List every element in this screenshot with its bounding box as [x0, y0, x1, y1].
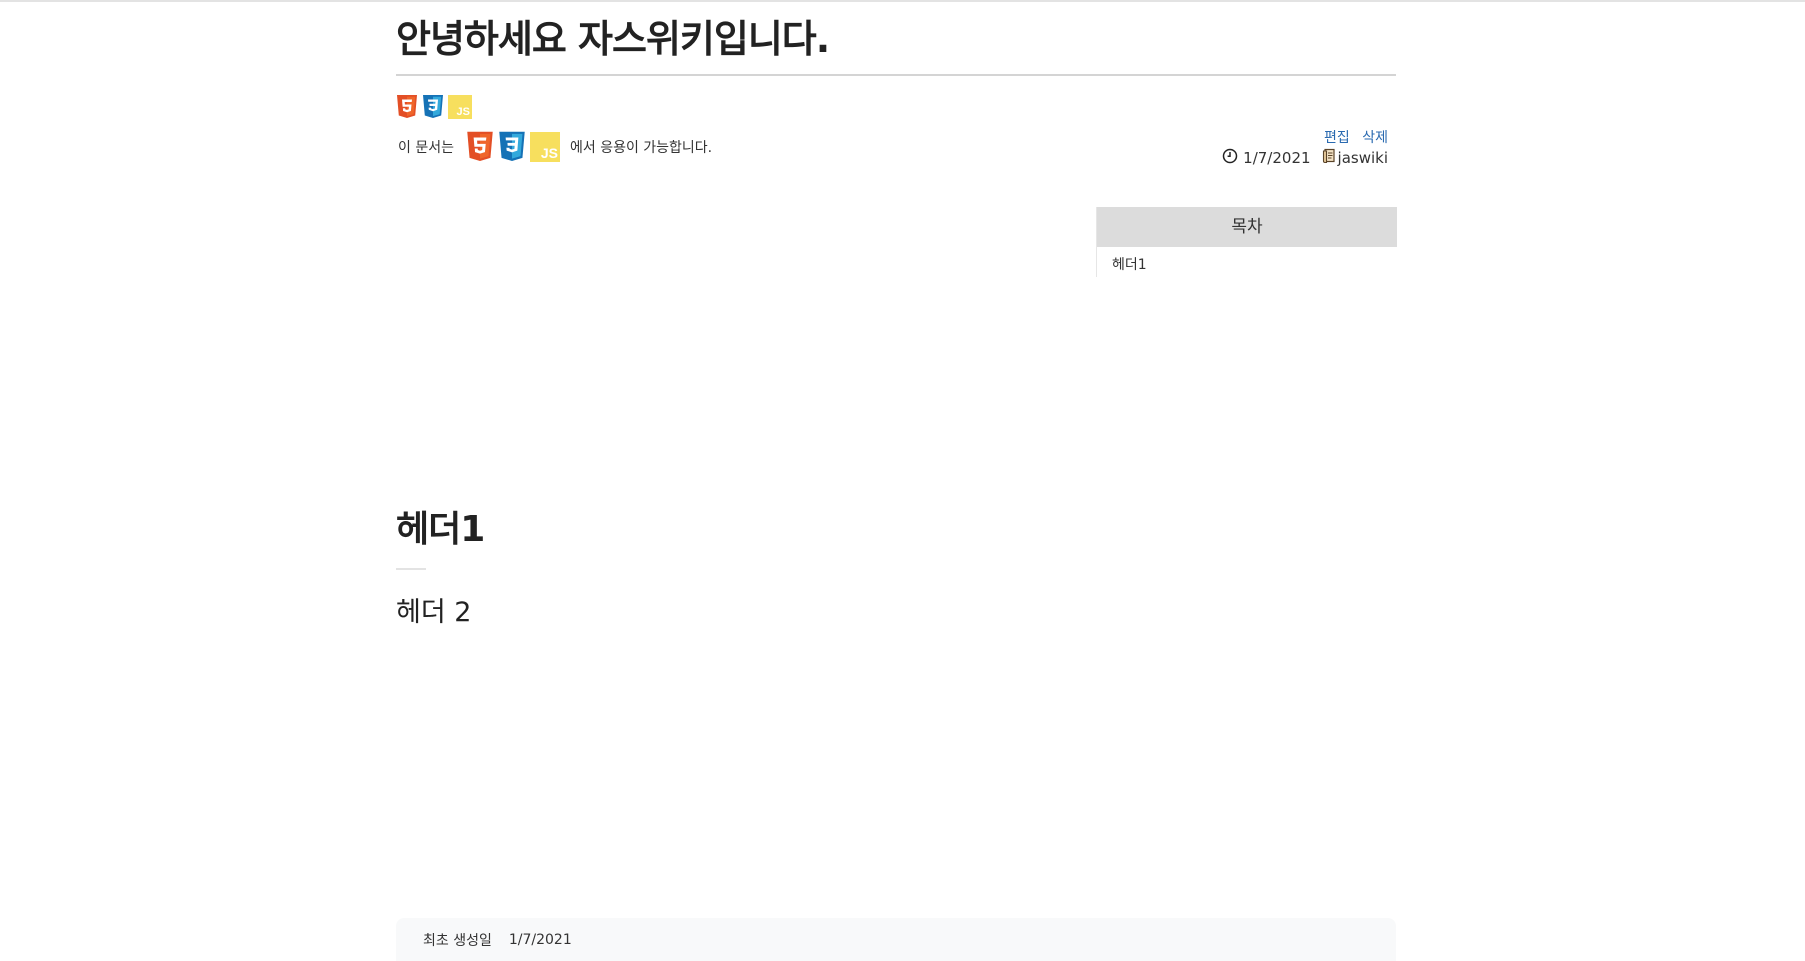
title-divider [396, 74, 1396, 76]
scroll-icon [1322, 148, 1336, 168]
clock-icon [1222, 148, 1238, 168]
js-icon-label: JS [456, 106, 470, 118]
author-link[interactable]: jaswiki [1338, 149, 1388, 167]
section-heading-1: 헤더1 [396, 509, 485, 550]
compat-notice: 이 문서는 JS 에서 응용이 가능합니다. [398, 130, 712, 164]
tech-badges-row: JS [396, 95, 472, 119]
compat-prefix: 이 문서는 [398, 140, 454, 156]
page-title: 안녕하세요 자스위키입니다. [396, 17, 830, 61]
css3-icon [498, 131, 526, 163]
compat-badges: JS [466, 131, 560, 163]
js-icon: JS [529, 132, 560, 162]
created-date: 1/7/2021 [508, 931, 572, 948]
html5-icon [466, 131, 494, 163]
created-label: 최초 생성일 [423, 932, 492, 949]
document-actions: 편집 삭제 [1316, 127, 1388, 147]
modified-date: 1/7/2021 [1243, 149, 1311, 167]
table-of-contents: 목차 헤더1 [1096, 207, 1397, 277]
html5-icon [396, 95, 418, 119]
edit-link[interactable]: 편집 [1324, 130, 1350, 146]
compat-suffix: 에서 응용이 가능합니다. [569, 140, 713, 156]
heading-divider [396, 568, 426, 570]
document-meta: 1/7/2021 jaswiki [1222, 148, 1388, 168]
toc-title: 목차 [1097, 207, 1397, 247]
document-footer: 최초 생성일 1/7/2021 [396, 918, 1396, 961]
js-icon-label: JS [540, 145, 558, 161]
document-page: 안녕하세요 자스위키입니다. JS 이 문서는 JS 에서 응용이 가능합니다.… [396, 0, 1397, 961]
delete-link[interactable]: 삭제 [1362, 130, 1388, 146]
css3-icon [422, 95, 444, 119]
toc-item[interactable]: 헤더1 [1097, 254, 1397, 274]
js-icon: JS [448, 95, 472, 119]
section-heading-2: 헤더 2 [396, 597, 472, 628]
